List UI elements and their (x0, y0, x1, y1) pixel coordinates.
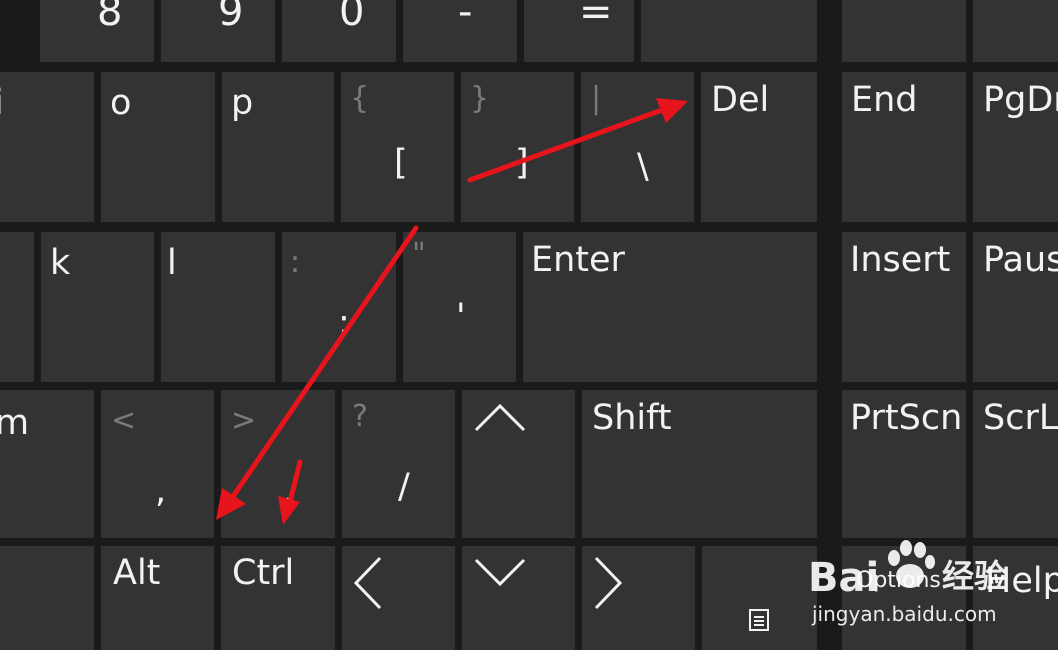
key-shift-label: ? (352, 399, 368, 434)
key-label: Alt (113, 553, 161, 593)
watermark-brand-cn: 经验 (942, 557, 1007, 595)
key-apostrophe[interactable]: " ' (403, 232, 516, 382)
key-equals[interactable]: = (524, 0, 634, 62)
key-shift[interactable]: Shift (582, 390, 817, 538)
on-screen-keyboard: 8 9 0 - = i o p { [ } ] | \ Del End PgDn (0, 0, 1058, 650)
watermark-url: jingyan.baidu.com (812, 602, 997, 626)
key-k[interactable]: k (41, 232, 154, 382)
key-label: ScrLk (983, 398, 1058, 438)
key-left-bracket[interactable]: { [ (341, 72, 454, 222)
key-label: End (851, 80, 918, 120)
key-minus[interactable]: - (403, 0, 517, 62)
paw-icon (882, 538, 938, 598)
key-label: p (231, 83, 254, 123)
key-j[interactable] (0, 232, 34, 382)
key-scrlk[interactable]: ScrLk (973, 390, 1058, 538)
key-shift-label: " (412, 237, 426, 272)
key-0[interactable]: 0 (282, 0, 396, 62)
key-prtscn[interactable]: PrtScn (842, 390, 966, 538)
key-shift-label: } (470, 81, 490, 116)
key-label: Pause (983, 240, 1058, 280)
key-label: [ (394, 143, 408, 183)
key-semicolon[interactable]: : ; (282, 232, 396, 382)
key-shift-label: > (231, 403, 257, 438)
key-backslash[interactable]: | \ (581, 72, 694, 222)
arrow-right-icon (590, 554, 626, 612)
watermark: Bai 经验 jingyan.baidu.com (808, 534, 1058, 644)
key-label: Del (711, 80, 770, 120)
key-end[interactable]: End (842, 72, 966, 222)
key-label: PrtScn (850, 398, 963, 438)
key-shift-label: { (350, 81, 370, 116)
key-label: Ctrl (232, 553, 295, 593)
key-label: - (458, 0, 473, 35)
key-8[interactable]: 8 (40, 0, 154, 62)
key-alt[interactable]: Alt (101, 546, 214, 650)
key-comma[interactable]: < , (101, 390, 214, 538)
watermark-brand: Bai (808, 555, 880, 601)
key-p[interactable]: p (222, 72, 334, 222)
fade-icon (748, 608, 770, 636)
key-slash[interactable]: ? / (342, 390, 455, 538)
key-label: o (110, 83, 132, 123)
key-pgdn[interactable]: PgDn (973, 72, 1058, 222)
arrow-down-icon (472, 554, 528, 588)
key-period[interactable]: > . (221, 390, 335, 538)
key-right-bracket[interactable]: } ] (461, 72, 574, 222)
key-label: Enter (531, 240, 625, 280)
key-9[interactable]: 9 (161, 0, 275, 62)
key-label: i (0, 86, 4, 121)
key-del[interactable]: Del (701, 72, 817, 222)
key-fn[interactable] (0, 546, 94, 650)
key-ctrl[interactable]: Ctrl (221, 546, 335, 650)
key-label: = (579, 0, 613, 35)
key-backspace[interactable] (641, 0, 817, 62)
key-label: m (0, 403, 30, 443)
key-o[interactable]: o (101, 72, 215, 222)
key-shift-label: : (290, 245, 301, 280)
key-label: 9 (218, 0, 244, 35)
key-l[interactable]: l (161, 232, 275, 382)
key-fade[interactable] (702, 546, 817, 650)
key-i[interactable]: i (0, 72, 94, 222)
key-right[interactable] (582, 546, 695, 650)
key-insert[interactable]: Insert (842, 232, 966, 382)
key-label: \ (637, 147, 649, 187)
key-m[interactable]: m (0, 390, 94, 538)
key-label: . (283, 471, 295, 511)
key-left[interactable] (342, 546, 455, 650)
key-label: k (50, 243, 71, 283)
key-label: 8 (97, 0, 123, 35)
key-label: 0 (339, 0, 365, 35)
key-label: Shift (592, 398, 672, 438)
key-up[interactable] (462, 390, 575, 538)
arrow-up-icon (472, 400, 528, 434)
key-shift-label: < (111, 403, 137, 438)
key-label: l (167, 243, 177, 283)
key-label: Insert (850, 240, 951, 280)
key-label: ' (456, 297, 466, 337)
key-pause[interactable]: Pause (973, 232, 1058, 382)
key-label: ] (515, 143, 529, 183)
key-label: / (398, 467, 410, 507)
key-pgup[interactable] (973, 0, 1058, 62)
key-label: ; (338, 303, 350, 343)
key-shift-label: | (591, 81, 602, 116)
key-label: PgDn (983, 80, 1058, 120)
arrow-left-icon (350, 554, 386, 612)
key-enter[interactable]: Enter (523, 232, 817, 382)
key-label: , (155, 471, 167, 511)
key-home[interactable] (842, 0, 966, 62)
key-down[interactable] (462, 546, 575, 650)
